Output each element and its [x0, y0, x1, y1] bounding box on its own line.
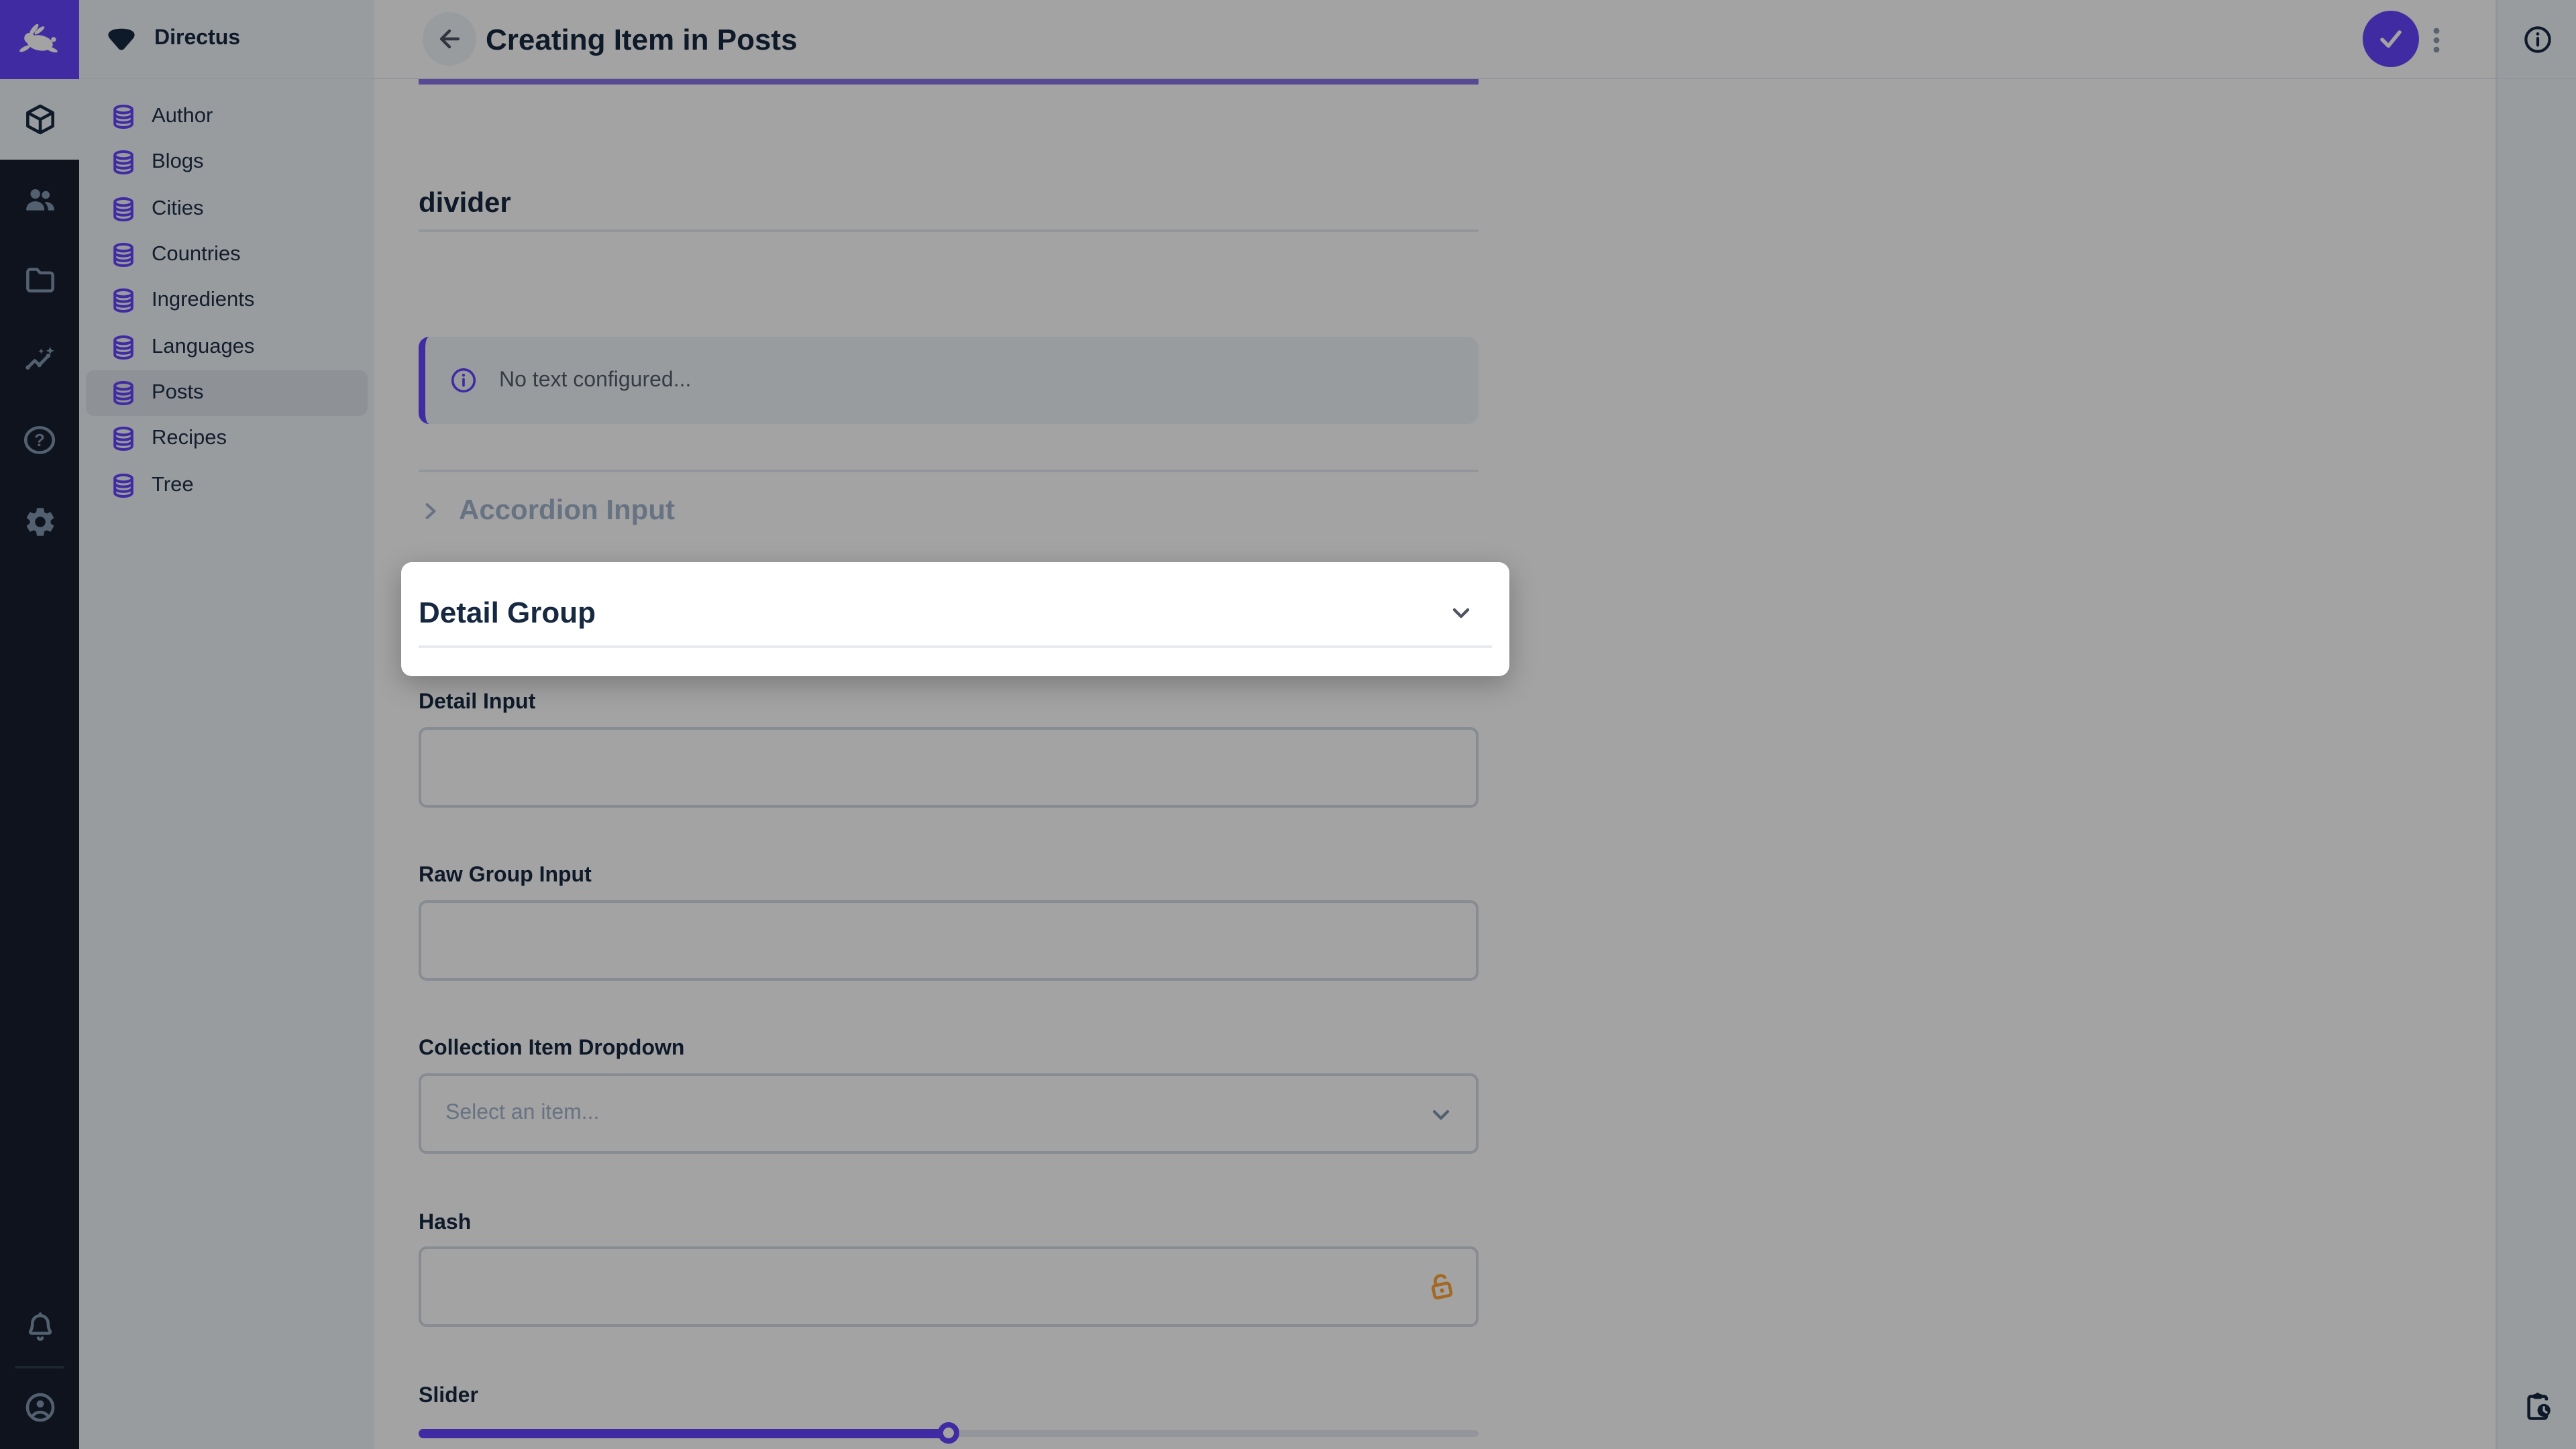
detail-group-rule: [419, 645, 1492, 648]
detail-group-header[interactable]: Detail Group: [401, 562, 1509, 676]
detail-group-title: Detail Group: [419, 596, 596, 631]
dim-overlay: [0, 0, 2576, 1449]
chevron-down-icon[interactable]: [1448, 600, 1474, 633]
app-root: ?: [0, 0, 2576, 1449]
